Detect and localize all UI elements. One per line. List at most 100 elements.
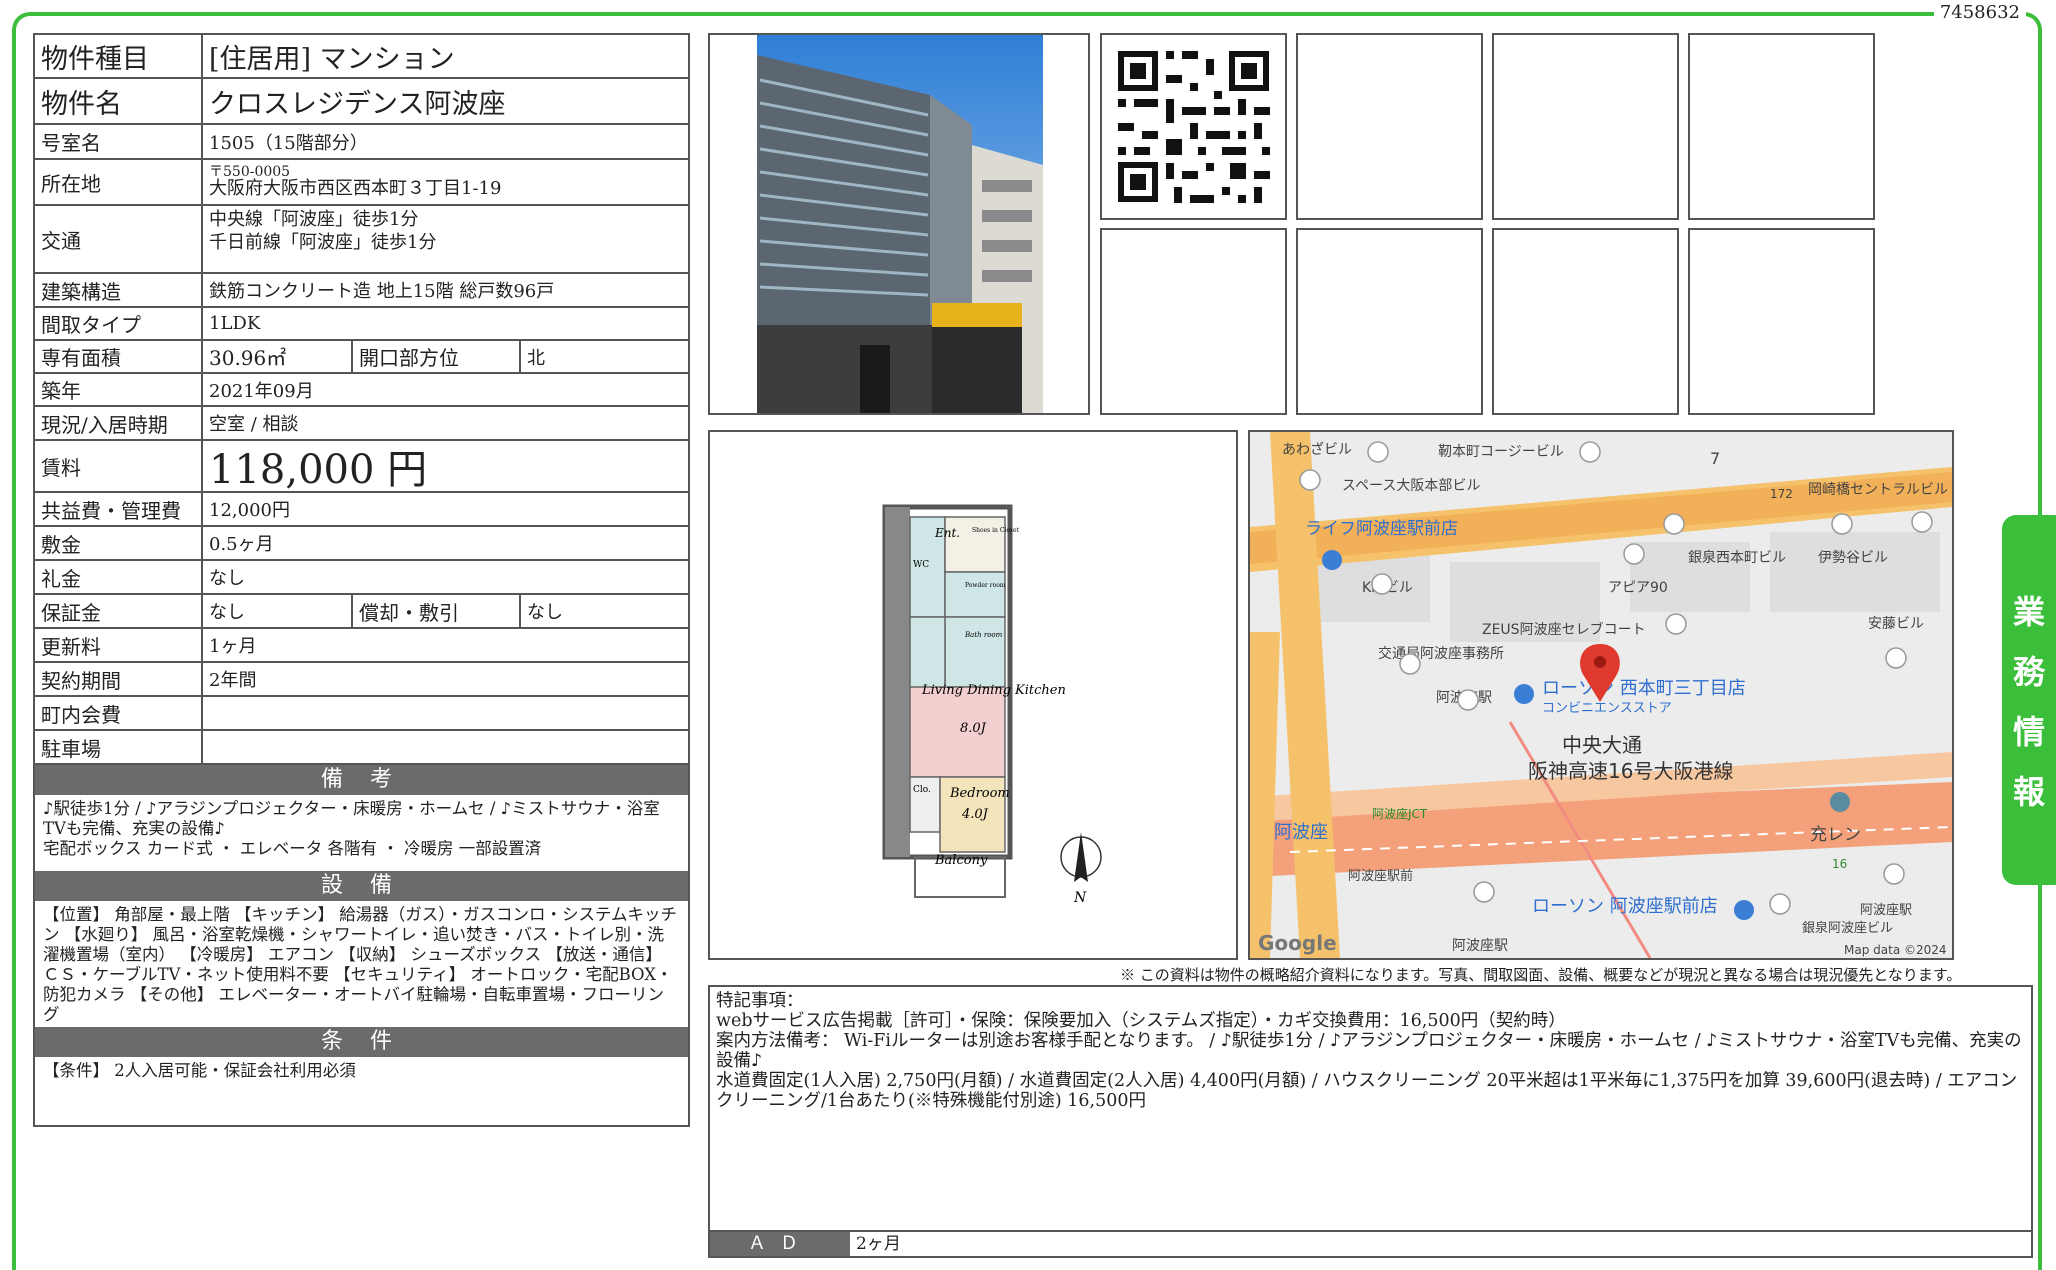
map-label: スペース大阪本部ビル xyxy=(1342,478,1480,494)
value: 1LDK xyxy=(209,313,261,334)
value xyxy=(203,731,688,763)
remarks-text: ♪駅徒歩1分 / ♪アラジンプロジェクター・床暖房・ホームセ / ♪ミストサウナ… xyxy=(43,799,660,858)
row-deposit: 敷金 0.5ヶ月 xyxy=(35,527,688,561)
conditions-header: 条 件 xyxy=(35,1027,688,1057)
ad-label: ＡＤ xyxy=(710,1232,850,1256)
poi-marker-icon[interactable] xyxy=(1299,469,1321,491)
label: 専有面積 xyxy=(35,341,203,372)
side-tab-char: 務 xyxy=(2012,653,2045,691)
poi-marker-icon[interactable] xyxy=(1579,441,1601,463)
poi-marker-icon[interactable] xyxy=(1367,441,1389,463)
label: 更新料 xyxy=(35,629,203,661)
ad-bar: ＡＤ 2ヶ月 xyxy=(708,1230,2033,1258)
value: 2021年09月 xyxy=(209,380,314,402)
row-renewal: 更新料 1ヶ月 xyxy=(35,629,688,663)
poi-marker-icon[interactable] xyxy=(1665,613,1687,635)
label: 交通 xyxy=(35,206,203,272)
row-status: 現況/入居時期 空室 / 相談 xyxy=(35,407,688,441)
value: 鉄筋コンクリート造 地上15階 総戸数96戸 xyxy=(209,281,555,302)
label: 契約期間 xyxy=(35,663,203,695)
row-rent: 賃料 118,000 円 xyxy=(35,441,688,493)
label: 共益費・管理費 xyxy=(35,493,203,525)
value: 30.96㎡ xyxy=(209,346,287,370)
building-photo-frame xyxy=(708,33,1090,415)
label: 物件種目 xyxy=(35,35,203,77)
label: 償却・敷引 xyxy=(351,595,521,627)
label: 築年 xyxy=(35,374,203,405)
row-type: 物件種目 [住居用] マンション xyxy=(35,35,688,79)
poi-marker-icon[interactable] xyxy=(1885,647,1907,669)
row-structure: 建築構造 鉄筋コンクリート造 地上15階 総戸数96戸 xyxy=(35,274,688,308)
map-label: ローソン 西本町三丁目店 xyxy=(1542,678,1746,699)
label: 開口部方位 xyxy=(351,341,521,372)
equipment-header: 設 備 xyxy=(35,871,688,901)
poi-marker-icon[interactable] xyxy=(1623,543,1645,565)
store-marker-icon[interactable] xyxy=(1734,900,1754,920)
value: なし xyxy=(209,568,245,589)
disclaimer: ※ この資料は物件の概略紹介資料になります。写真、間取図面、設備、概要などが現況… xyxy=(1120,966,1962,984)
label: 号室名 xyxy=(35,125,203,158)
value xyxy=(203,697,688,729)
poi-marker-icon[interactable] xyxy=(1371,573,1393,595)
label: 所在地 xyxy=(35,160,203,204)
poi-marker-icon[interactable] xyxy=(1831,513,1853,535)
poi-marker-icon[interactable] xyxy=(1399,653,1421,675)
postal-code: 〒550-0005 xyxy=(209,164,291,180)
label: 賃料 xyxy=(35,441,203,491)
property-table: 物件種目 [住居用] マンション 物件名 クロスレジデンス阿波座 号室名 150… xyxy=(33,33,690,1127)
floor-plan-frame: Ent. Shoes in Closet WC Powder room Bath… xyxy=(708,430,1238,960)
ad-value: 2ヶ月 xyxy=(856,1234,901,1254)
row-address: 所在地 〒550-0005 大阪府大阪市西区西本町３丁目1-19 xyxy=(35,160,688,206)
plan-label-ldk: Living Dining Kitchen xyxy=(921,683,1066,698)
value: 空室 / 相談 xyxy=(209,414,299,435)
business-info-tab[interactable]: 業 務 情 報 xyxy=(2002,515,2056,885)
qr-code[interactable] xyxy=(1102,35,1285,218)
label: 礼金 xyxy=(35,561,203,593)
north-label: N xyxy=(1073,890,1087,906)
store-marker-icon[interactable] xyxy=(1514,684,1534,704)
plan-label-ent: Ent. xyxy=(934,526,960,540)
poi-marker-icon[interactable] xyxy=(1769,893,1791,915)
image-slot xyxy=(1296,33,1483,220)
special-remarks-line: 案内方法備考： Wi-Fiルーターは別途お客様手配となります。 / ♪駅徒歩1分… xyxy=(716,1031,2022,1071)
map-label: 伊勢谷ビル xyxy=(1818,550,1888,566)
row-access: 交通 中央線「阿波座」徒歩1分 千日前線「阿波座」徒歩1分 xyxy=(35,206,688,274)
floor-plan: Ent. Shoes in Closet WC Powder room Bath… xyxy=(882,504,1102,906)
side-tab-char: 情 xyxy=(2012,713,2045,751)
plan-ldk-size: 8.0J xyxy=(960,721,987,736)
value: なし xyxy=(527,602,563,623)
label: 間取タイプ xyxy=(35,308,203,339)
map-label: 阿波座JCT xyxy=(1372,806,1428,821)
poi-marker-icon[interactable] xyxy=(1911,511,1933,533)
conditions-text: 【条件】 2人入居可能・保証会社利用必須 xyxy=(43,1061,356,1080)
plan-label-bath: Bath room xyxy=(964,631,1003,639)
map-label: 交通局阿波座事務所 xyxy=(1378,645,1504,662)
area-map[interactable]: あわざビル 靭本町コージービル スペース大阪本部ビル 7 172 岡崎橋セントラ… xyxy=(1250,432,1952,958)
map-frame[interactable]: あわざビル 靭本町コージービル スペース大阪本部ビル 7 172 岡崎橋セントラ… xyxy=(1248,430,1954,960)
poi-marker-icon[interactable] xyxy=(1457,689,1479,711)
google-logo: Google xyxy=(1258,931,1337,955)
poi-marker-icon[interactable] xyxy=(1473,881,1495,903)
row-parking: 駐車場 xyxy=(35,731,688,765)
value: 北 xyxy=(527,347,545,369)
plan-label-powder: Powder room xyxy=(965,582,1006,589)
label: 保証金 xyxy=(35,595,203,627)
map-label: 中央大通 xyxy=(1562,733,1642,757)
map-label: ライフ阿波座駅前店 xyxy=(1305,519,1458,539)
poi-marker-icon[interactable] xyxy=(1883,863,1905,885)
image-slot xyxy=(1100,228,1287,415)
map-label: 阿波座駅前 xyxy=(1348,868,1413,884)
poi-marker-icon[interactable] xyxy=(1663,513,1685,535)
ev-charger-icon[interactable] xyxy=(1830,792,1850,812)
map-label: あわざビル xyxy=(1282,441,1352,458)
store-marker-icon[interactable] xyxy=(1322,550,1342,570)
row-layout: 間取タイプ 1LDK xyxy=(35,308,688,341)
value: 1505（15階部分） xyxy=(209,132,368,154)
remarks-header: 備 考 xyxy=(35,765,688,795)
plan-label-wc: WC xyxy=(913,560,929,570)
map-label: 充レン xyxy=(1810,825,1861,845)
property-name: クロスレジデンス阿波座 xyxy=(209,88,506,120)
equipment-text: 【位置】 角部屋・最上階 【キッチン】 給湯器（ガス）・ガスコンロ・システムキッ… xyxy=(43,905,677,1024)
north-arrow-icon: N xyxy=(1060,832,1102,906)
plan-label-bedroom: Bedroom xyxy=(949,786,1010,801)
